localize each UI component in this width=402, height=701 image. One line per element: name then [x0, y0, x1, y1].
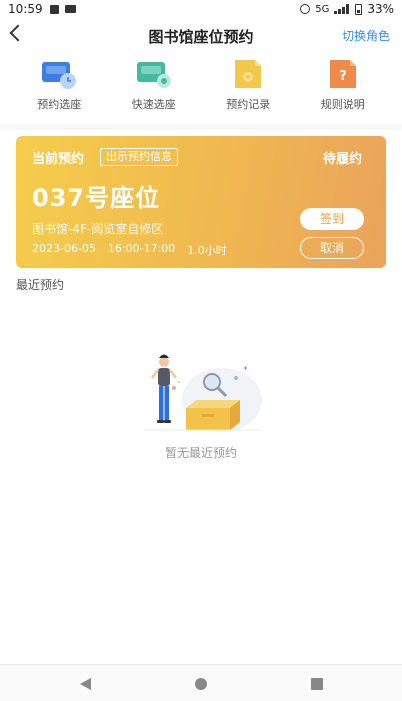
seat-number: 037号座位	[32, 184, 161, 212]
menu-label: 快速选座	[131, 98, 176, 111]
battery-icon	[355, 3, 363, 15]
seat-location: 图书馆-4F-阅览室自修区	[32, 222, 164, 236]
show-booking-info-button[interactable]: 出示预约信息	[100, 148, 178, 166]
alarm-icon	[300, 4, 311, 14]
booking-date: 2023-06-05	[32, 242, 96, 255]
switch-role-button[interactable]: 切换角色	[342, 27, 390, 44]
menu-item-quick-seat[interactable]: 快速选座	[114, 58, 194, 126]
status-time: 10:59	[8, 2, 43, 16]
rules-icon: ?	[329, 60, 356, 88]
section-divider	[0, 124, 402, 130]
gallery-icon	[65, 5, 76, 13]
booking-duration: 1.0小时	[187, 244, 227, 257]
system-recents-icon[interactable]	[311, 678, 323, 690]
menu-label: 预约选座	[37, 98, 82, 111]
menu-label: 规则说明	[320, 98, 365, 111]
booking-time-row: 2023-06-05 16:00-17:00 1.0小时	[32, 242, 227, 258]
navigation-bar: 图书馆座位预约 切换角色	[0, 20, 402, 52]
quick-seat-icon	[136, 62, 171, 88]
signal-icon	[334, 4, 350, 14]
check-in-button[interactable]: 签到	[300, 208, 364, 230]
menu-label: 预约记录	[226, 98, 271, 111]
seat-booking-icon	[42, 62, 77, 89]
svg-text:?: ?	[339, 69, 347, 84]
menu-item-seat-booking[interactable]: 预约选座	[19, 58, 99, 126]
card-heading: 当前预约	[32, 152, 85, 167]
empty-state-illustration	[144, 354, 262, 432]
cancel-button[interactable]: 取消	[300, 237, 364, 259]
quick-menu: 预约选座 快速选座 预约记录 ? 规则说明	[0, 58, 402, 126]
status-indicators: 5G 33%	[300, 2, 394, 16]
record-icon	[235, 60, 262, 88]
network-label: 5G	[315, 3, 330, 15]
system-back-icon[interactable]	[80, 678, 91, 690]
menu-item-records[interactable]: 预约记录	[208, 58, 288, 126]
current-booking-card: 当前预约 出示预约信息 待履约 037号座位 图书馆-4F-阅览室自修区 202…	[16, 136, 386, 268]
status-bar: 10:59 5G 33%	[0, 0, 402, 20]
booking-time: 16:00-17:00	[107, 242, 176, 255]
system-navigation-bar	[0, 664, 402, 701]
system-home-icon[interactable]	[195, 678, 207, 690]
notification-icon	[50, 5, 59, 14]
booking-status-badge: 待履约	[322, 152, 362, 167]
recent-bookings-title: 最近预约	[16, 278, 65, 292]
empty-state-text: 暂无最近预约	[164, 446, 237, 460]
notification-icons	[50, 5, 76, 14]
menu-item-rules[interactable]: ? 规则说明	[303, 58, 383, 126]
battery-level: 33%	[367, 2, 394, 16]
